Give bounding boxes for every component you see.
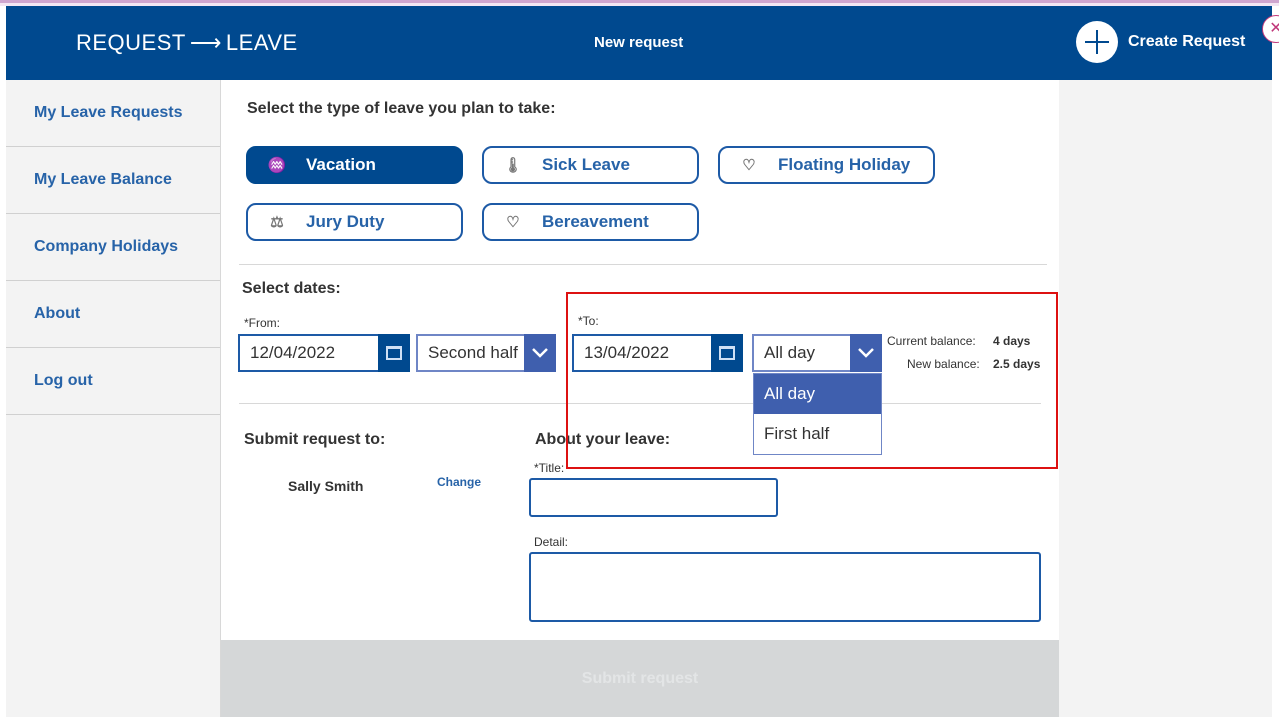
broken-heart-icon: ♡ [506,214,520,231]
title-input[interactable] [529,478,778,517]
sidebar-item-about[interactable]: About [6,281,220,348]
from-label: *From: [244,316,280,330]
sidebar-item-my-leave-balance[interactable]: My Leave Balance [6,147,220,214]
leave-option-label: Jury Duty [306,212,385,231]
leave-type-prompt: Select the type of leave you plan to tak… [247,100,556,117]
sidebar-item-log-out[interactable]: Log out [6,348,220,415]
detail-label: Detail: [534,535,569,549]
create-request-button[interactable]: Create Request [1076,21,1245,63]
plus-circle-icon [1076,21,1118,63]
submit-request-button[interactable]: Submit request [221,640,1059,717]
brand-arrow-icon: ⟶ [189,30,222,55]
app-header: REQUEST ⟶ LEAVE New request Create Reque… [6,6,1272,80]
scales-icon: ⚖ [270,214,284,231]
create-request-label: Create Request [1128,33,1246,50]
leave-option-label: Floating Holiday [778,155,911,174]
leave-option-floating-holiday[interactable]: ♡ Floating Holiday [718,146,935,184]
title-label: *Title: [534,461,565,475]
brand-leave: LEAVE [225,30,298,55]
page-title: New request [594,34,684,51]
pool-icon: ♒ [267,157,287,174]
leave-option-jury-duty[interactable]: ⚖ Jury Duty [246,203,463,241]
chevron-down-icon[interactable] [524,334,556,372]
detail-textarea[interactable] [529,552,1041,622]
sidebar-item-my-leave-requests[interactable]: My Leave Requests [6,80,220,147]
balloons-icon: ♡ [742,157,756,174]
leave-option-bereavement[interactable]: ♡ Bereavement [482,203,699,241]
leave-option-vacation[interactable]: ♒ Vacation [246,146,463,184]
app-brand: REQUEST ⟶ LEAVE [76,30,298,56]
leave-option-label: Bereavement [542,212,649,231]
approver-name: Sally Smith [288,478,364,494]
from-day-part-select[interactable]: Second half [416,334,526,372]
brand-request: REQUEST [76,30,186,55]
thermometer-icon: 🌡 [503,157,523,174]
leave-option-label: Vacation [306,155,376,174]
sidebar-item-company-holidays[interactable]: Company Holidays [6,214,220,281]
from-date-input[interactable]: 12/04/2022 [238,334,380,372]
from-calendar-button[interactable] [378,334,410,372]
change-approver-link[interactable]: Change [437,475,481,489]
leave-option-sick-leave[interactable]: 🌡 Sick Leave [482,146,699,184]
sidebar: My Leave Requests My Leave Balance Compa… [6,80,221,717]
select-dates-title: Select dates: [242,280,341,297]
calendar-icon [386,346,402,360]
highlight-box [566,292,1058,469]
divider [239,264,1047,265]
leave-option-label: Sick Leave [542,155,630,174]
submit-to-title: Submit request to: [244,431,386,448]
